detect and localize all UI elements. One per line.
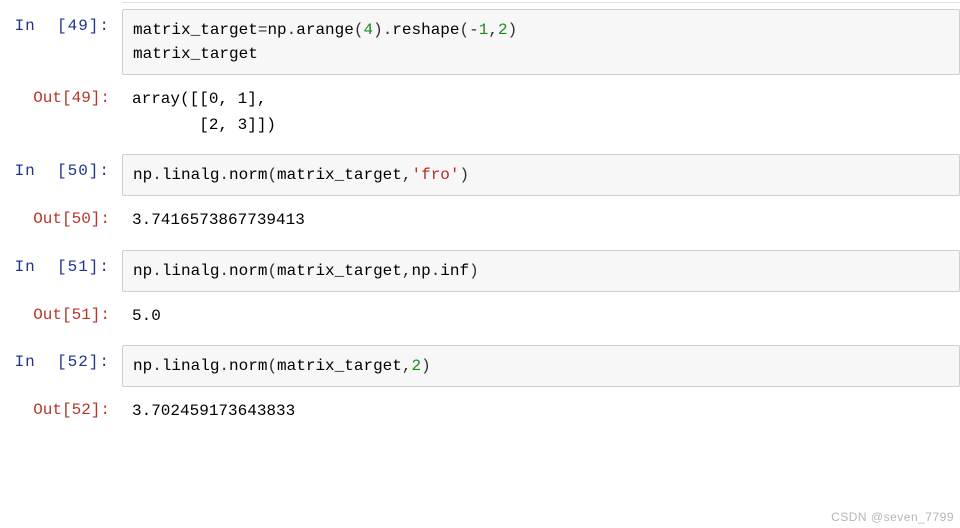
code-input[interactable]: np.linalg.norm(matrix_target,2)	[122, 345, 960, 387]
code-cell: In [52]: np.linalg.norm(matrix_target,2)	[0, 345, 960, 387]
code-input[interactable]: np.linalg.norm(matrix_target,'fro')	[122, 154, 960, 196]
watermark: CSDN @seven_7799	[831, 510, 954, 524]
code-input[interactable]: np.linalg.norm(matrix_target,np.inf)	[122, 250, 960, 292]
in-prompt: In [52]:	[0, 345, 118, 371]
code-output: array([[0, 1], [2, 3]])	[122, 81, 960, 148]
in-prompt: In [49]:	[0, 9, 118, 35]
code-cell: In [50]: np.linalg.norm(matrix_target,'f…	[0, 154, 960, 196]
out-prompt: Out[49]:	[0, 81, 118, 107]
code-cell: In [51]: np.linalg.norm(matrix_target,np…	[0, 250, 960, 292]
out-prompt: Out[52]:	[0, 393, 118, 419]
code-cell: In [49]: matrix_target=np.arange(4).resh…	[0, 9, 960, 75]
code-output: 3.7416573867739413	[122, 202, 960, 244]
code-output: 5.0	[122, 298, 960, 340]
out-prompt: Out[50]:	[0, 202, 118, 228]
output-cell: Out[51]: 5.0	[0, 298, 960, 340]
code-output: 3.702459173643833	[122, 393, 960, 435]
output-cell: Out[49]: array([[0, 1], [2, 3]])	[0, 81, 960, 148]
output-cell: Out[50]: 3.7416573867739413	[0, 202, 960, 244]
out-prompt: Out[51]:	[0, 298, 118, 324]
output-cell: Out[52]: 3.702459173643833	[0, 393, 960, 435]
in-prompt: In [50]:	[0, 154, 118, 180]
code-input[interactable]: matrix_target=np.arange(4).reshape(-1,2)…	[122, 9, 960, 75]
in-prompt: In [51]:	[0, 250, 118, 276]
